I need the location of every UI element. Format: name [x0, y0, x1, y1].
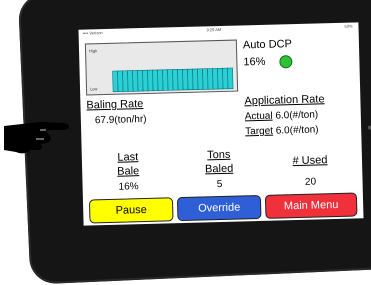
pause-button[interactable]: Pause	[88, 197, 174, 224]
chart-bar	[137, 70, 144, 92]
tons-baled-value: 5	[216, 178, 223, 191]
last-bale-value-row: 16%	[102, 181, 154, 193]
chart-bar	[177, 68, 184, 91]
main-menu-button[interactable]: Main Menu	[264, 192, 358, 219]
chart-bar	[227, 67, 234, 90]
baling-rate-title: Baling Rate	[86, 98, 144, 112]
chart-low-label: Low	[90, 86, 98, 91]
chart-bar	[112, 70, 119, 93]
tons-baled-heading-line1: Tons	[207, 148, 231, 162]
dcp-status-indicator	[279, 55, 293, 69]
clock-label: 9:29 AM	[206, 26, 222, 33]
chart-bar	[212, 68, 219, 90]
target-rate-unit: (#/ton)	[289, 124, 319, 137]
chart-bar	[217, 67, 224, 90]
chart-bar	[207, 68, 214, 90]
app-screen: •••• Verizon 9:29 AM 53% High Low Auto D…	[78, 22, 364, 226]
dcp-label: DCP	[268, 38, 293, 51]
chart-bar	[142, 69, 149, 92]
target-rate-value: 6.0	[275, 125, 290, 137]
chart-bar	[192, 68, 199, 91]
chart-high-label: High	[89, 48, 97, 53]
chart-bar	[122, 70, 129, 92]
actual-rate-unit: (#/ton)	[289, 109, 319, 122]
auto-percent-row: 16%	[243, 56, 265, 69]
chart-plot: High Low	[89, 48, 234, 93]
chart-bar	[182, 68, 189, 91]
target-rate-label: Target	[245, 125, 274, 138]
baling-rate-value: 67.9	[94, 114, 115, 127]
pointing-hand-icon	[4, 122, 70, 154]
chart-bar	[202, 68, 209, 90]
chart-bar	[117, 70, 124, 92]
chart-bar	[152, 69, 159, 92]
override-button[interactable]: Override	[176, 194, 262, 222]
chart-bar	[167, 69, 174, 91]
battery-label: 53%	[344, 23, 353, 29]
last-bale-heading-line2: Bale	[117, 165, 140, 178]
auto-percent-value: 16	[243, 56, 256, 69]
tons-baled-heading: Tons Baled	[192, 147, 247, 176]
chart-bars	[112, 67, 234, 93]
chart-bar	[157, 69, 164, 91]
auto-mode-row: Auto DCP	[243, 38, 292, 51]
chart-bar	[172, 69, 179, 91]
actual-rate-row: Actual 6.0(#/ton)	[245, 109, 319, 122]
chart-bar	[222, 67, 229, 90]
baling-rate-unit: (ton/hr)	[114, 113, 147, 126]
auto-percent-unit: %	[255, 55, 266, 69]
chart-bar	[187, 68, 194, 91]
chart-bar	[162, 69, 169, 91]
actual-rate-label: Actual	[244, 110, 273, 123]
used-heading: # Used	[292, 154, 328, 168]
carrier-label: •••• Verizon	[82, 30, 103, 36]
chart-bar	[132, 70, 139, 92]
tons-baled-heading-line2: Baled	[204, 162, 234, 176]
bale-moisture-chart: High Low	[84, 39, 239, 96]
application-rate-title: Application Rate	[244, 93, 325, 108]
last-bale-heading-line1: Last	[117, 151, 139, 164]
last-bale-heading: Last Bale	[102, 150, 155, 179]
baling-rate-value-row: 67.9(ton/hr)	[95, 114, 147, 126]
chart-bar	[127, 70, 134, 92]
chart-bar	[197, 68, 204, 90]
target-rate-row: Target 6.0(#/ton)	[245, 124, 319, 137]
actual-rate-value: 6.0	[275, 110, 290, 122]
used-value: 20	[304, 176, 317, 188]
last-bale-unit: %	[129, 181, 139, 193]
auto-label: Auto	[242, 38, 266, 52]
last-bale-value: 16	[118, 181, 130, 193]
chart-bar	[147, 69, 154, 92]
